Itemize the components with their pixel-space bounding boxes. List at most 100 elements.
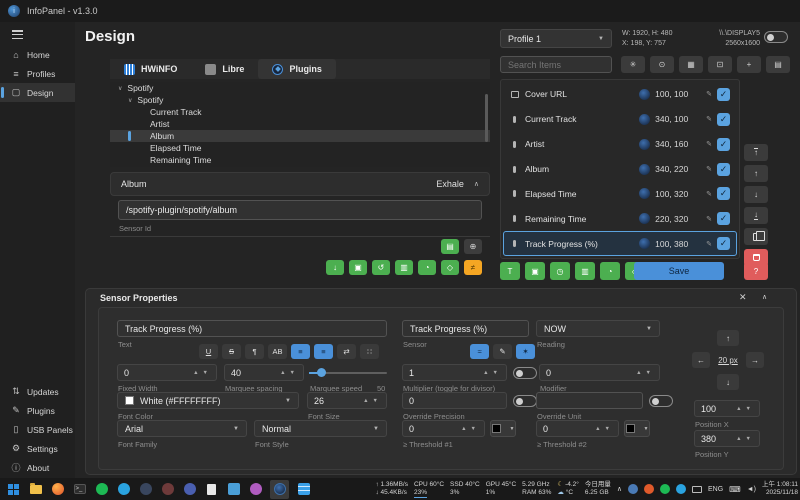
visible-checkbox[interactable] <box>717 138 730 151</box>
language-indicator[interactable]: ENG <box>708 486 723 493</box>
paragraph-button[interactable]: ¶ <box>245 344 264 359</box>
chevron-up-icon[interactable]: ▲ <box>278 370 287 376</box>
chevron-down-icon[interactable]: ▼ <box>744 436 753 442</box>
chevron-down-icon[interactable]: ▼ <box>491 370 500 376</box>
sidebar-item-about[interactable]: ⓘAbout <box>0 458 75 477</box>
search-input[interactable] <box>500 56 612 73</box>
item-row-cover-url[interactable]: Cover URL100, 100✎ <box>503 82 737 107</box>
item-row-elapsed-time[interactable]: Elapsed Time100, 320✎ <box>503 181 737 206</box>
telegram-tray-icon[interactable] <box>676 484 686 494</box>
edit-icon[interactable]: ✎ <box>706 140 712 148</box>
visible-checkbox[interactable] <box>717 187 730 200</box>
tree-leaf-current-track[interactable]: Current Track <box>110 106 490 118</box>
battery-icon[interactable] <box>692 486 702 493</box>
tab-plugins[interactable]: Plugins <box>258 59 336 79</box>
swap-button[interactable]: ⇄ <box>337 344 356 359</box>
close-icon[interactable]: ✕ <box>739 292 747 303</box>
info-button[interactable]: ⊙ <box>650 56 674 73</box>
item-row-album[interactable]: Album340, 220✎ <box>503 157 737 182</box>
modifier-stepper[interactable]: 0▲▼ <box>539 364 660 381</box>
gpu-monitor[interactable]: GPU 45°C1% <box>486 481 516 497</box>
taskbar-app-explorer[interactable] <box>28 482 43 497</box>
chevron-down-icon[interactable]: ▼ <box>603 426 612 432</box>
edit-icon[interactable]: ✎ <box>706 215 712 223</box>
uppercase-button[interactable]: AB <box>268 344 287 359</box>
chevron-up-icon[interactable]: ▲ <box>734 436 743 442</box>
marquee-spacing-stepper[interactable]: 40▲▼ <box>224 364 304 381</box>
chevron-down-icon[interactable]: ▼ <box>744 406 753 412</box>
divisor-toggle[interactable] <box>513 367 537 379</box>
spotify-tray-icon[interactable] <box>660 484 670 494</box>
move-down-button[interactable]: ↓ <box>744 186 768 203</box>
data-usage[interactable]: 今日用量6.25 GB <box>585 481 611 497</box>
taskbar-app-telegram[interactable] <box>116 482 131 497</box>
tree-node-spotify-root[interactable]: ∨Spotify <box>110 82 490 94</box>
add-sensor-button[interactable]: ⊕ <box>464 239 482 254</box>
visible-checkbox[interactable] <box>717 163 730 176</box>
chevron-up-icon[interactable]: ∧ <box>474 180 479 188</box>
chevron-up-icon[interactable]: ▲ <box>361 398 370 404</box>
add-image-button[interactable]: ▣ <box>525 262 545 280</box>
item-row-remaining-time[interactable]: Remaining Time220, 320✎ <box>503 206 737 231</box>
effects-button[interactable]: ✶ <box>516 344 535 359</box>
action-chart-button[interactable]: ▥ <box>395 260 413 275</box>
chevron-up-icon[interactable]: ▲ <box>481 370 490 376</box>
reset-button[interactable]: ? <box>744 262 768 280</box>
add-gauge-button[interactable]: ◔ <box>600 262 620 280</box>
item-row-artist[interactable]: Artist340, 160✎ <box>503 132 737 157</box>
move-to-bottom-button[interactable]: ↓ <box>744 207 768 224</box>
taskbar-app-paw[interactable] <box>226 482 241 497</box>
hidden-icons-chevron[interactable]: ∧ <box>617 485 622 493</box>
start-button[interactable] <box>6 482 21 497</box>
steam-tray-icon[interactable] <box>628 484 638 494</box>
network-speed[interactable]: ↑ 1.36MB/s↓ 45.4KB/s <box>375 481 408 497</box>
save-button[interactable]: Save <box>634 262 724 280</box>
clock-ram-monitor[interactable]: 5.29 GHzRAM 63% <box>522 481 551 497</box>
position-x-stepper[interactable]: 100▲▼ <box>694 400 760 417</box>
item-row-track-progress[interactable]: Track Progress (%)100, 380✎ <box>503 231 737 256</box>
reload-button[interactable]: ✳ <box>621 56 645 73</box>
edit-icon[interactable]: ✎ <box>706 115 712 123</box>
multiplier-stepper[interactable]: 1▲▼ <box>402 364 507 381</box>
taskbar-app-notes[interactable] <box>204 482 219 497</box>
taskbar-app-music[interactable] <box>248 482 263 497</box>
underline-button[interactable]: U <box>199 344 218 359</box>
chevron-down-icon[interactable]: ▼ <box>201 370 210 376</box>
action-image-button[interactable]: ▣ <box>349 260 367 275</box>
add-text-button[interactable]: T <box>500 262 520 280</box>
formula-button[interactable]: ≈ <box>470 344 489 359</box>
grid-button[interactable]: ▦ <box>679 56 703 73</box>
threshold2-stepper[interactable]: 0▲▼ <box>536 420 619 437</box>
strikethrough-button[interactable]: S <box>222 344 241 359</box>
album-expander[interactable]: Album Exhale ∧ <box>110 172 490 196</box>
taskbar-app-shield[interactable] <box>160 482 175 497</box>
taskbar-app-spotify[interactable] <box>94 482 109 497</box>
align-left-button[interactable]: ≡ <box>291 344 310 359</box>
sidebar-item-home[interactable]: ⌂Home <box>0 45 75 64</box>
action-download-button[interactable]: ↓ <box>326 260 344 275</box>
profile-select[interactable]: Profile 1▼ <box>500 29 612 48</box>
tree-leaf-artist[interactable]: Artist <box>110 118 490 130</box>
chevron-up-icon[interactable]: ▲ <box>593 426 602 432</box>
chevron-down-icon[interactable]: ▼ <box>644 370 653 376</box>
font-size-stepper[interactable]: 26▲▼ <box>307 392 387 409</box>
chevron-down-icon[interactable]: ▼ <box>288 370 297 376</box>
sidebar-item-profiles[interactable]: ≡Profiles <box>0 64 75 83</box>
ssd-monitor[interactable]: SSD 40°C3% <box>450 481 480 497</box>
taskbar-app-tasks[interactable] <box>296 482 311 497</box>
threshold1-stepper[interactable]: 0▲▼ <box>402 420 485 437</box>
nudge-up-button[interactable]: ↑ <box>717 330 739 346</box>
nudge-left-button[interactable]: ← <box>692 352 710 368</box>
override-precision-toggle[interactable] <box>513 395 537 407</box>
taskbar-app-terminal[interactable]: >_ <box>72 482 87 497</box>
action-compare-button[interactable]: ≠ <box>464 260 482 275</box>
sidebar-item-updates[interactable]: ⇅Updates <box>0 382 75 401</box>
override-unit-toggle[interactable] <box>649 395 673 407</box>
import-button[interactable]: ⊡ <box>708 56 732 73</box>
edit-icon[interactable]: ✎ <box>706 90 712 98</box>
position-y-stepper[interactable]: 380▲▼ <box>694 430 760 447</box>
move-button[interactable]: + <box>737 56 761 73</box>
visible-checkbox[interactable] <box>717 113 730 126</box>
taskbar-app-firefox[interactable] <box>50 482 65 497</box>
edit-button[interactable]: ✎ <box>493 344 512 359</box>
